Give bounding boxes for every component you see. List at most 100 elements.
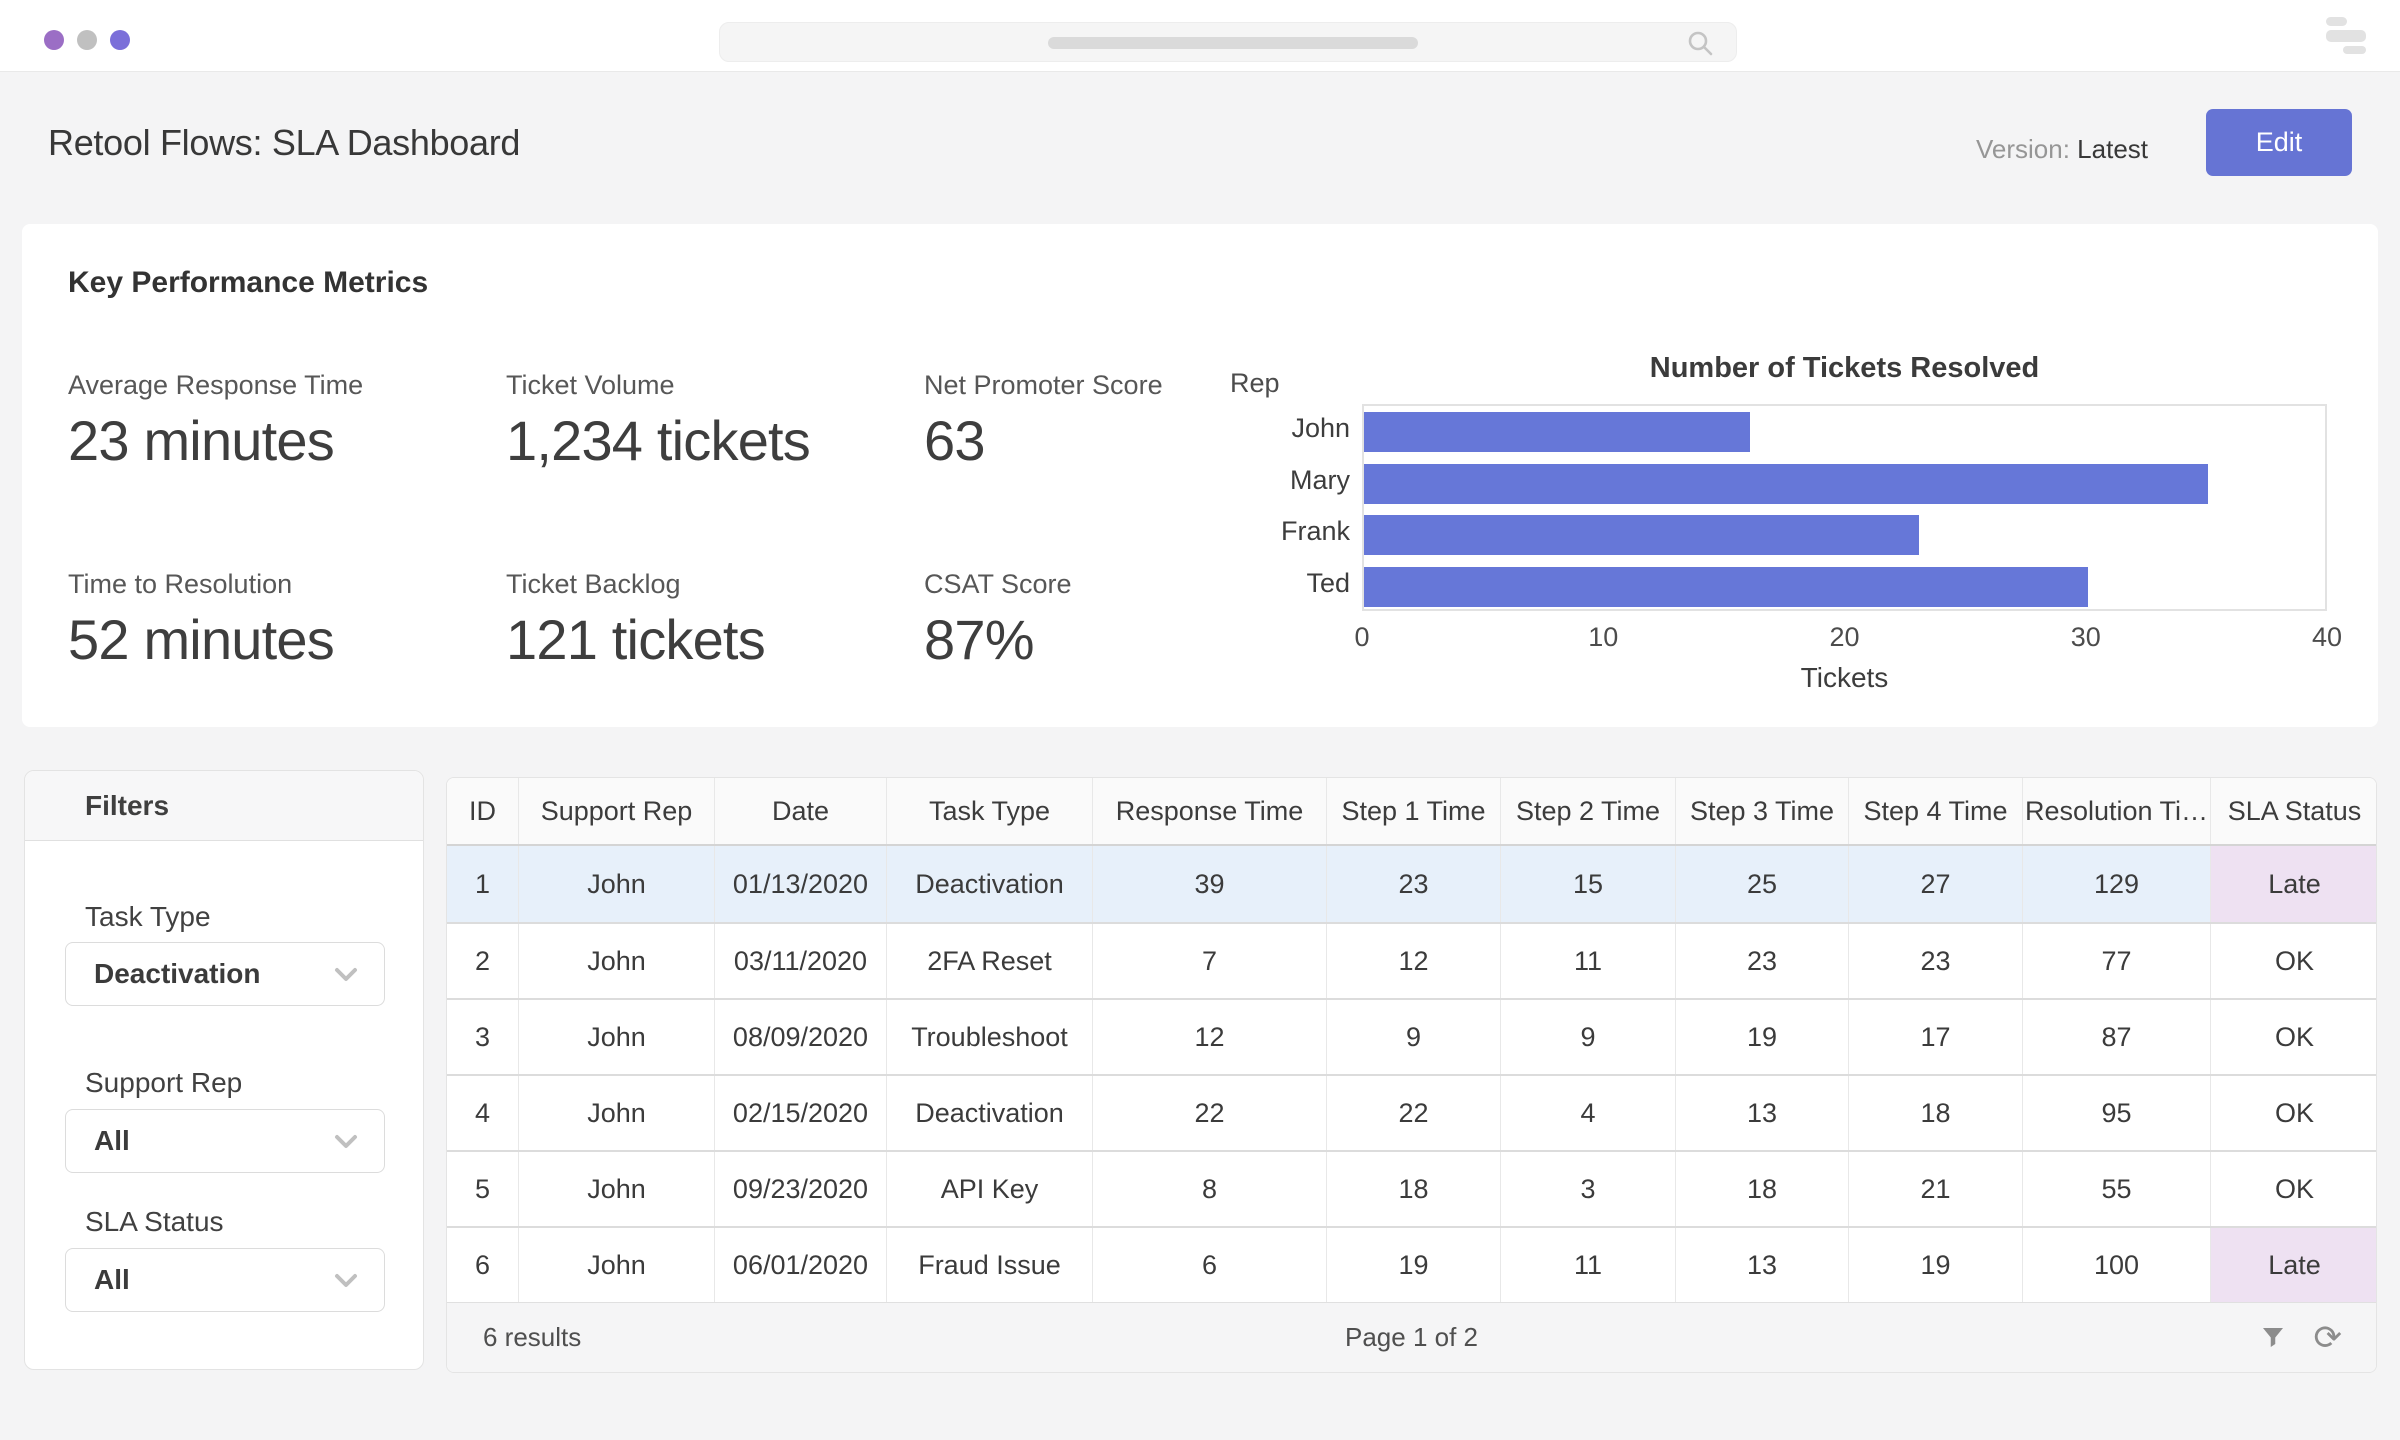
table-cell: 18 xyxy=(1327,1152,1501,1226)
table-row[interactable]: 3John08/09/2020Troubleshoot1299191787OK xyxy=(447,998,2376,1074)
table-cell: 15 xyxy=(1501,846,1676,922)
table-row[interactable]: 6John06/01/2020Fraud Issue619111319100La… xyxy=(447,1226,2376,1302)
column-header[interactable]: Support Rep xyxy=(519,778,715,844)
table-cell: 39 xyxy=(1093,846,1327,922)
kpi-label: Ticket Backlog xyxy=(506,569,926,600)
kpi-value: 23 minutes xyxy=(68,408,488,473)
sla-status-cell: Late xyxy=(2211,1228,2377,1302)
chevron-down-icon xyxy=(334,1125,358,1157)
table-cell: John xyxy=(519,1228,715,1302)
chart-category-label: John xyxy=(1230,413,1350,444)
table-cell: 18 xyxy=(1849,1076,2023,1150)
sla-status-select[interactable]: All xyxy=(65,1248,385,1312)
table-cell: 12 xyxy=(1093,1000,1327,1074)
column-header[interactable]: Step 2 Time xyxy=(1501,778,1676,844)
key-performance-metrics-card: Key Performance Metrics Average Response… xyxy=(22,224,2378,727)
table-cell: 23 xyxy=(1327,846,1501,922)
table-cell: 17 xyxy=(1849,1000,2023,1074)
table-row[interactable]: 5John09/23/2020API Key8183182155OK xyxy=(447,1150,2376,1226)
kpi-label: Ticket Volume xyxy=(506,370,926,401)
page-title: Retool Flows: SLA Dashboard xyxy=(48,122,520,164)
chevron-down-icon xyxy=(334,958,358,990)
kpi-label: Time to Resolution xyxy=(68,569,488,600)
pagination-label: Page 1 of 2 xyxy=(447,1322,2376,1353)
chart-category-label: Mary xyxy=(1230,465,1350,496)
table-cell: 02/15/2020 xyxy=(715,1076,887,1150)
chart-title: Number of Tickets Resolved xyxy=(1362,352,2327,385)
table-cell: 23 xyxy=(1849,924,2023,998)
filter-icon[interactable] xyxy=(2258,1323,2288,1353)
table-cell: 8 xyxy=(1093,1152,1327,1226)
window-dot-1 xyxy=(44,30,64,50)
column-header[interactable]: ID xyxy=(447,778,519,844)
column-header[interactable]: Step 4 Time xyxy=(1849,778,2023,844)
table-cell: 13 xyxy=(1676,1076,1849,1150)
kpi-value: 1,234 tickets xyxy=(506,408,926,473)
column-header[interactable]: Date xyxy=(715,778,887,844)
table-cell: 3 xyxy=(447,1000,519,1074)
bar-chart-plot-area xyxy=(1362,404,2327,611)
chart-bar-mary xyxy=(1364,464,2208,504)
edit-button[interactable]: Edit xyxy=(2206,109,2352,176)
table-cell: 11 xyxy=(1501,1228,1676,1302)
column-header[interactable]: Step 3 Time xyxy=(1676,778,1849,844)
support-rep-value: All xyxy=(94,1125,130,1157)
chart-category-label: Ted xyxy=(1230,568,1350,599)
sla-status-cell: OK xyxy=(2211,1000,2377,1074)
table-cell: 18 xyxy=(1676,1152,1849,1226)
table-cell: 2 xyxy=(447,924,519,998)
chart-y-axis-label: Rep xyxy=(1230,368,1350,399)
table-cell: 2FA Reset xyxy=(887,924,1093,998)
table-footer: 6 results Page 1 of 2 ⟳ xyxy=(447,1302,2376,1372)
search-input[interactable] xyxy=(719,22,1737,62)
table-cell: 21 xyxy=(1849,1152,2023,1226)
filters-panel: Filters Task TypeDeactivationSupport Rep… xyxy=(24,770,424,1370)
table-cell: 3 xyxy=(1501,1152,1676,1226)
table-cell: 25 xyxy=(1676,846,1849,922)
table-cell: 6 xyxy=(1093,1228,1327,1302)
table-cell: 1 xyxy=(447,846,519,922)
search-placeholder-bar xyxy=(1048,37,1418,49)
table-cell: 100 xyxy=(2023,1228,2211,1302)
column-header[interactable]: Task Type xyxy=(887,778,1093,844)
table-header-row: IDSupport RepDateTask TypeResponse TimeS… xyxy=(447,778,2376,846)
column-header[interactable]: Response Time xyxy=(1093,778,1327,844)
column-header[interactable]: Resolution Ti… xyxy=(2023,778,2211,844)
support-rep-select[interactable]: All xyxy=(65,1109,385,1173)
table-cell: 06/01/2020 xyxy=(715,1228,887,1302)
kpi-value: 121 tickets xyxy=(506,607,926,672)
kpi-value: 52 minutes xyxy=(68,607,488,672)
task-type-label: Task Type xyxy=(85,901,211,933)
table-cell: 19 xyxy=(1849,1228,2023,1302)
flow-menu-icon[interactable] xyxy=(2326,17,2368,55)
table-cell: John xyxy=(519,924,715,998)
refresh-icon[interactable]: ⟳ xyxy=(2314,1321,2343,1355)
column-header[interactable]: Step 1 Time xyxy=(1327,778,1501,844)
sla-status-cell: OK xyxy=(2211,924,2377,998)
table-cell: 4 xyxy=(1501,1076,1676,1150)
browser-topbar xyxy=(0,0,2400,72)
chart-x-tick: 20 xyxy=(1805,622,1885,653)
table-cell: 9 xyxy=(1327,1000,1501,1074)
task-type-select[interactable]: Deactivation xyxy=(65,942,385,1006)
table-cell: 22 xyxy=(1327,1076,1501,1150)
table-cell: 03/11/2020 xyxy=(715,924,887,998)
table-cell: 55 xyxy=(2023,1152,2211,1226)
table-cell: 08/09/2020 xyxy=(715,1000,887,1074)
chart-x-tick: 10 xyxy=(1563,622,1643,653)
kpi-value: 87% xyxy=(924,607,1344,672)
table-row[interactable]: 1John01/13/2020Deactivation3923152527129… xyxy=(447,846,2376,922)
chart-x-tick: 40 xyxy=(2287,622,2367,653)
table-cell: Troubleshoot xyxy=(887,1000,1093,1074)
sla-status-label: SLA Status xyxy=(85,1206,224,1238)
table-cell: John xyxy=(519,1000,715,1074)
table-row[interactable]: 2John03/11/20202FA Reset71211232377OK xyxy=(447,922,2376,998)
table-row[interactable]: 4John02/15/2020Deactivation22224131895OK xyxy=(447,1074,2376,1150)
sla-status-cell: OK xyxy=(2211,1152,2377,1226)
table-cell: 27 xyxy=(1849,846,2023,922)
chart-bar-ted xyxy=(1364,567,2088,607)
column-header[interactable]: SLA Status xyxy=(2211,778,2377,844)
version-value: Latest xyxy=(2077,134,2148,164)
task-type-value: Deactivation xyxy=(94,958,261,990)
table-cell: 22 xyxy=(1093,1076,1327,1150)
